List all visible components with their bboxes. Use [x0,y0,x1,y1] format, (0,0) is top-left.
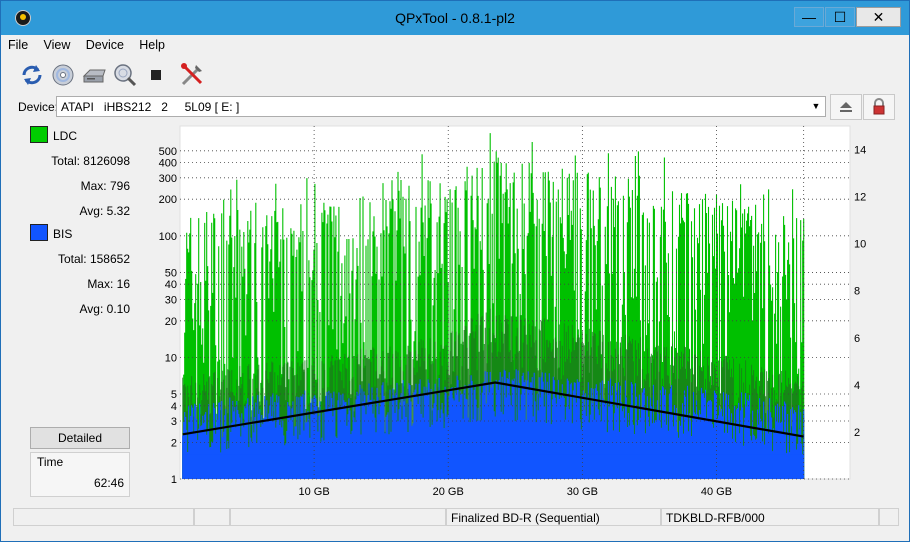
bis-color-swatch[interactable] [30,224,48,241]
device-value: ATAPI iHBS212 2 5L09 [ E: ] [61,100,240,114]
y-right-tick-label-0: 2 [854,427,860,439]
bis-label: BIS [53,227,73,241]
y-right-tick-label-2: 6 [854,333,860,345]
stop-icon [151,70,161,80]
x-tick-label-0: 10 GB [299,486,330,498]
scan-button[interactable] [111,61,139,89]
y-right-tick-label-4: 10 [854,239,866,251]
ldc-bis-chart: 1234510203040501002003004005002468101214… [159,125,866,498]
menu-view[interactable]: View [39,35,76,52]
chevron-down-icon[interactable]: ▼ [808,98,824,115]
title-bar: QPxTool - 0.8.1-pl2 — ☐ ✕ [1,1,909,35]
drive-icon [82,69,106,83]
status-disc-type: Finalized BD-R (Sequential) [446,508,661,526]
bis-max: Max: 16 [87,277,130,291]
status-cell-2 [194,508,230,526]
bis-avg: Avg: 0.10 [79,302,130,316]
y-left-tick-label-4: 5 [171,389,177,401]
y-left-tick-label-8: 40 [165,279,177,291]
y-right-tick-label-3: 8 [854,286,860,298]
lock-button[interactable] [863,94,895,120]
y-left-tick-label-9: 50 [165,267,177,279]
y-left-tick-label-1: 2 [171,437,177,449]
time-label: Time [37,455,64,469]
status-media-id: TDKBLD-RFB/000 [661,508,879,526]
tools-icon [181,63,203,86]
x-tick-label-3: 40 GB [701,486,732,498]
ldc-total: Total: 8126098 [51,154,130,168]
refresh-button[interactable] [18,61,46,89]
device-select[interactable]: ATAPI iHBS212 2 5L09 [ E: ] ▼ [56,96,826,117]
ldc-max: Max: 796 [80,179,130,193]
y-left-tick-label-3: 4 [171,401,177,413]
y-right-tick-label-1: 4 [854,380,860,392]
device-row: Device: ATAPI iHBS212 2 5L09 [ E: ] ▼ [1,93,909,121]
menu-bar: File View Device Help [1,35,909,56]
disc-info-button[interactable] [49,61,77,89]
maximize-button[interactable]: ☐ [825,7,855,27]
time-value: 62:46 [93,476,124,490]
status-cell-6 [879,508,899,526]
ldc-color-swatch[interactable] [30,126,48,143]
menu-device[interactable]: Device [81,35,129,52]
app-window: QPxTool - 0.8.1-pl2 — ☐ ✕ File View Devi… [0,0,910,542]
bis-base-band [182,454,804,479]
y-left-tick-label-2: 3 [171,416,177,428]
x-tick-label-1: 20 GB [433,486,464,498]
settings-button[interactable] [178,61,206,89]
menu-file[interactable]: File [3,35,33,52]
scan-icon [114,64,137,87]
status-bar: Finalized BD-R (Sequential) TDKBLD-RFB/0… [1,506,909,528]
detailed-button[interactable]: Detailed [30,427,130,449]
ldc-label: LDC [53,129,78,143]
status-cell-1 [13,508,194,526]
time-box: Time 62:46 [30,452,130,497]
y-left-tick-label-10: 100 [159,231,177,243]
window-title: QPxTool - 0.8.1-pl2 [395,10,515,26]
stop-button[interactable] [142,61,170,89]
y-left-tick-label-14: 500 [159,146,177,158]
y-left-tick-label-13: 400 [159,158,177,170]
y-right-tick-label-5: 12 [854,192,866,204]
minimize-button[interactable]: — [794,7,824,27]
disc-icon [52,64,74,86]
status-cell-3 [230,508,446,526]
y-left-tick-label-12: 300 [159,173,177,185]
y-right-tick-label-6: 14 [854,145,866,157]
device-label: Device: [18,100,59,114]
y-left-tick-label-7: 30 [165,294,177,306]
y-left-tick-label-5: 10 [165,352,177,364]
y-left-tick-label-0: 1 [171,474,177,486]
eject-button[interactable] [830,94,862,120]
ldc-avg: Avg: 5.32 [79,204,130,218]
bis-total: Total: 158652 [57,252,130,266]
close-button[interactable]: ✕ [856,7,901,27]
refresh-icon [22,65,42,85]
toolbar [1,57,909,91]
chart-area: 1 2 3 4 5 10 20 30 40 50 100 200 300 400 500 2 4 6 8 10 12 14… [136,123,896,505]
lock-icon [873,98,885,115]
y-left-tick-label-6: 20 [165,316,177,328]
y-left-tick-label-11: 200 [159,194,177,206]
device-info-button[interactable] [80,61,108,89]
x-tick-label-2: 30 GB [567,486,598,498]
eject-icon [840,102,852,112]
menu-help[interactable]: Help [134,35,170,52]
